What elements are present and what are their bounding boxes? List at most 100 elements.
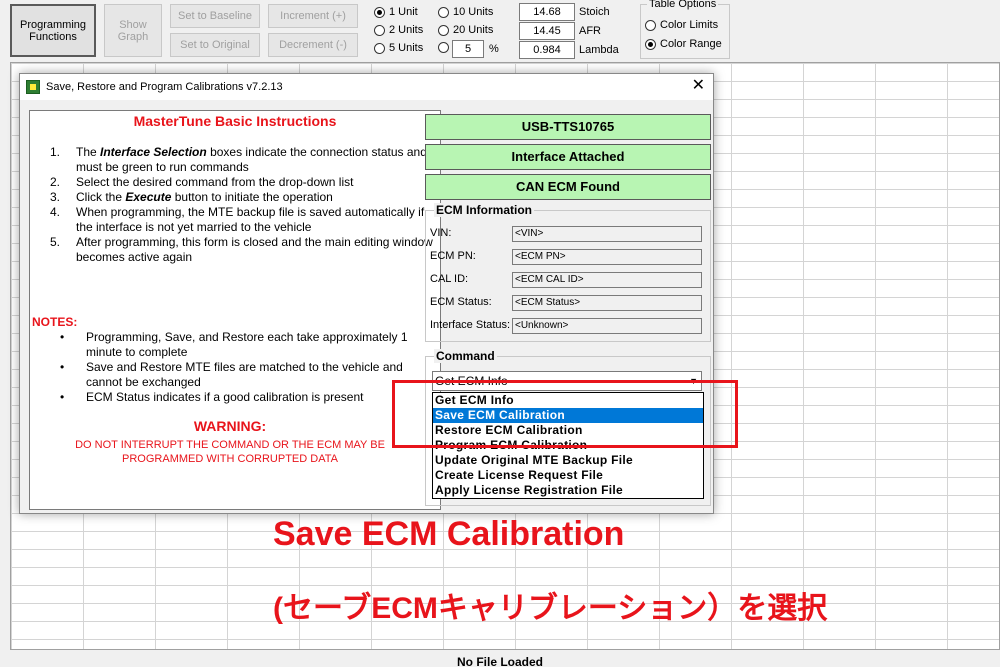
percent-label: %: [489, 43, 499, 55]
step-text-part: button to initiate the operation: [171, 190, 333, 204]
table-options-group: Table Options Color Limits Color Range: [640, 0, 730, 59]
radio-label: 2 Units: [389, 24, 424, 36]
ecm-pn-value: <ECM PN>: [512, 249, 702, 265]
custom-units-input[interactable]: 5: [452, 40, 484, 58]
interface-attached-status[interactable]: Interface Attached: [425, 144, 711, 170]
close-icon[interactable]: ✕: [692, 77, 705, 95]
caption-line-1: Save ECM Calibration: [273, 515, 625, 553]
step-number: 2.: [50, 175, 61, 189]
app-icon: [26, 80, 40, 94]
status-bar: No File Loaded: [0, 650, 1000, 667]
radio-label: 5 Units: [389, 42, 424, 54]
interface-status-label: Interface Status:: [430, 319, 511, 331]
radio-20-units[interactable]: 20 Units: [438, 24, 493, 36]
show-graph-button[interactable]: Show Graph: [104, 4, 162, 57]
note-item: • Programming, Save, and Restore each tak…: [60, 330, 436, 360]
cal-id-value: <ECM CAL ID>: [512, 272, 702, 288]
ecm-status-value: <ECM Status>: [512, 295, 702, 311]
dropdown-option[interactable]: Create License Request File: [433, 468, 703, 483]
stoich-input[interactable]: 14.68: [519, 3, 575, 21]
bullet-icon: •: [60, 390, 65, 404]
radio-icon: [645, 19, 656, 31]
highlight-box: [392, 380, 738, 448]
set-to-original-button[interactable]: Set to Original: [170, 33, 260, 57]
dropdown-option[interactable]: Apply License Registration File: [433, 483, 703, 498]
stoich-label: Stoich: [579, 6, 610, 18]
usb-interface-status[interactable]: USB-TTS10765: [425, 114, 711, 140]
instruction-step: 3. Click the Execute button to initiate t…: [50, 190, 436, 205]
instruction-step: 5. After programming, this form is closed…: [50, 235, 436, 265]
step-number: 3.: [50, 190, 61, 204]
step-emphasis: Interface Selection: [100, 145, 207, 159]
radio-label: Color Limits: [660, 19, 719, 31]
set-to-baseline-button[interactable]: Set to Baseline: [170, 4, 260, 28]
note-text: ECM Status indicates if a good calibrati…: [86, 390, 364, 404]
dialog-titlebar[interactable]: Save, Restore and Program Calibrations v…: [20, 74, 713, 100]
bullet-icon: •: [60, 330, 65, 344]
afr-label: AFR: [579, 25, 601, 37]
ecm-information-title: ECM Information: [434, 203, 534, 217]
radio-icon: [374, 24, 385, 36]
radio-label: 20 Units: [453, 24, 494, 36]
radio-1-unit[interactable]: 1 Unit: [374, 6, 418, 18]
programming-functions-button[interactable]: Programming Functions: [10, 4, 96, 57]
bullet-icon: •: [60, 360, 65, 374]
radio-2-units[interactable]: 2 Units: [374, 24, 423, 36]
radio-icon: [438, 6, 449, 18]
step-number: 5.: [50, 235, 61, 249]
command-title: Command: [434, 349, 497, 363]
instruction-step: 2. Select the desired command from the dr…: [50, 175, 436, 190]
radio-custom-units[interactable]: [438, 42, 449, 53]
instruction-step: 4. When programming, the MTE backup file …: [50, 205, 436, 235]
can-ecm-status[interactable]: CAN ECM Found: [425, 174, 711, 200]
table-options-title: Table Options: [647, 0, 719, 10]
lambda-input[interactable]: 0.984: [519, 41, 575, 59]
radio-label: 1 Unit: [389, 6, 418, 18]
ecm-pn-label: ECM PN:: [430, 250, 476, 262]
instructions-panel: MasterTune Basic Instructions 1. The Inte…: [29, 110, 441, 510]
radio-label: 10 Units: [453, 6, 494, 18]
note-text: Save and Restore MTE files are matched t…: [86, 360, 403, 389]
increment-button[interactable]: Increment (+): [268, 4, 358, 28]
note-item: • ECM Status indicates if a good calibrat…: [60, 390, 436, 405]
radio-selected-icon: [645, 38, 656, 50]
instruction-steps: 1. The Interface Selection boxes indicate…: [50, 145, 436, 265]
step-text: After programming, this form is closed a…: [76, 235, 433, 264]
step-number: 1.: [50, 145, 61, 159]
lambda-label: Lambda: [579, 44, 619, 56]
step-text-part: Click the: [76, 190, 126, 204]
step-emphasis: Execute: [125, 190, 172, 204]
cal-id-label: CAL ID:: [430, 273, 469, 285]
warning-heading: WARNING:: [193, 418, 267, 434]
radio-color-limits[interactable]: Color Limits: [645, 19, 718, 31]
radio-5-units[interactable]: 5 Units: [374, 42, 423, 54]
note-item: • Save and Restore MTE files are matched …: [60, 360, 436, 390]
ecm-status-label: ECM Status:: [430, 296, 492, 308]
radio-icon: [438, 42, 449, 53]
instructions-title: MasterTune Basic Instructions: [133, 113, 337, 129]
decrement-button[interactable]: Decrement (-): [268, 33, 358, 57]
step-number: 4.: [50, 205, 61, 219]
radio-10-units[interactable]: 10 Units: [438, 6, 493, 18]
radio-selected-icon: [374, 6, 385, 18]
instruction-step: 1. The Interface Selection boxes indicate…: [50, 145, 436, 175]
ecm-information-group: ECM Information VIN: <VIN> ECM PN: <ECM …: [425, 203, 711, 342]
vin-value: <VIN>: [512, 226, 702, 242]
radio-color-range[interactable]: Color Range: [645, 38, 722, 50]
step-text: When programming, the MTE backup file is…: [76, 205, 425, 234]
notes-list: • Programming, Save, and Restore each tak…: [60, 330, 436, 405]
radio-icon: [374, 42, 385, 54]
caption-line-2: (セーブECMキャリブレーション）を選択: [273, 592, 828, 625]
step-text: Click the Execute button to initiate the…: [76, 190, 333, 205]
step-text: The Interface Selection boxes indicate t…: [76, 145, 436, 175]
notes-heading: NOTES:: [32, 315, 78, 329]
dropdown-option[interactable]: Update Original MTE Backup File: [433, 453, 703, 468]
radio-label: Color Range: [660, 38, 722, 50]
interface-status-value: <Unknown>: [512, 318, 702, 334]
dialog-title: Save, Restore and Program Calibrations v…: [46, 81, 283, 93]
note-text: Programming, Save, and Restore each take…: [86, 330, 408, 359]
afr-input[interactable]: 14.45: [519, 22, 575, 40]
radio-icon: [438, 24, 449, 36]
step-text-part: The: [76, 145, 101, 159]
step-text: Select the desired command from the drop…: [76, 175, 354, 189]
